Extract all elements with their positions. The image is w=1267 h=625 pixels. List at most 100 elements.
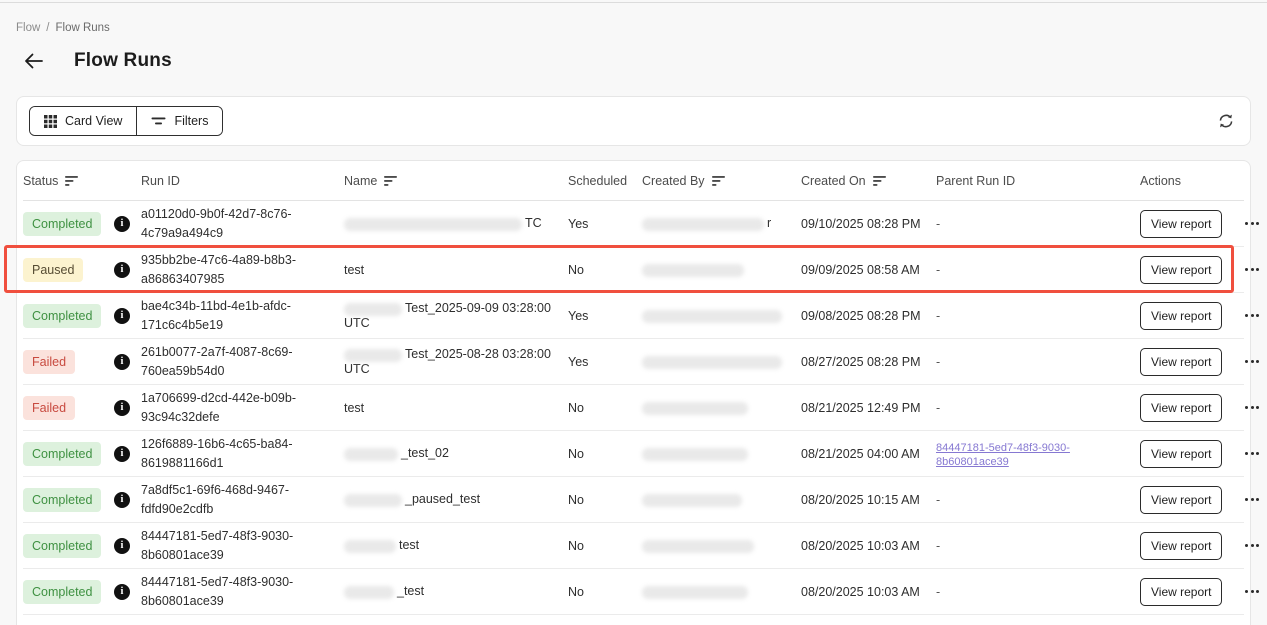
header-label: Name	[344, 174, 377, 188]
view-report-button[interactable]: View report	[1140, 532, 1222, 560]
back-button[interactable]	[20, 48, 46, 74]
info-icon[interactable]: i	[114, 492, 130, 508]
run-name: _test	[344, 584, 568, 598]
view-report-button[interactable]: View report	[1140, 394, 1222, 422]
info-icon[interactable]: i	[114, 538, 130, 554]
filters-label: Filters	[174, 114, 208, 128]
run-name: test	[344, 401, 568, 415]
created-on: 08/20/2025 10:15 AM	[801, 493, 936, 507]
breadcrumb-flow[interactable]: Flow	[16, 22, 40, 34]
column-header-created-on[interactable]: Created On	[801, 174, 936, 188]
table-row: Completedia01120d0-9b0f-42d7-8c76-4c79a9…	[23, 201, 1244, 247]
redacted-text	[642, 310, 782, 323]
breadcrumb-flow-runs: Flow Runs	[55, 22, 109, 34]
card-view-label: Card View	[65, 114, 122, 128]
sort-icon[interactable]	[873, 175, 887, 187]
more-actions-button[interactable]	[1243, 402, 1261, 413]
more-actions-button[interactable]	[1243, 448, 1261, 459]
view-report-button[interactable]: View report	[1140, 302, 1222, 330]
redacted-text	[344, 303, 402, 316]
run-name-text: _test	[397, 584, 424, 598]
info-icon[interactable]: i	[114, 584, 130, 600]
table-body: Completedia01120d0-9b0f-42d7-8c76-4c79a9…	[23, 201, 1244, 615]
column-header-status[interactable]: Status	[23, 174, 114, 188]
info-cell: i	[114, 400, 141, 416]
redacted-text	[642, 494, 742, 507]
refresh-button[interactable]	[1216, 111, 1236, 131]
flow-runs-table: Status Run ID Name Scheduled Created By …	[16, 160, 1251, 625]
view-report-button[interactable]: View report	[1140, 486, 1222, 514]
header-label: Created By	[642, 174, 705, 188]
view-report-button[interactable]: View report	[1140, 348, 1222, 376]
redacted-text	[642, 264, 744, 277]
info-cell: i	[114, 308, 141, 324]
sort-icon[interactable]	[65, 175, 79, 187]
info-icon[interactable]: i	[114, 446, 130, 462]
column-header-parent-run-id: Parent Run ID	[936, 174, 1140, 188]
status-badge: Completed	[23, 534, 101, 558]
table-row: Completedi126f6889-16b6-4c65-ba84-861988…	[23, 431, 1244, 477]
more-actions-button[interactable]	[1243, 310, 1261, 321]
run-name-text: test	[344, 263, 364, 277]
redacted-text	[344, 494, 402, 507]
header-label: Scheduled	[568, 174, 627, 188]
status-cell: Paused	[23, 258, 114, 282]
actions-cell: View report	[1140, 256, 1261, 284]
parent-run-id: -	[936, 263, 1140, 277]
sort-icon[interactable]	[712, 175, 726, 187]
info-icon[interactable]: i	[114, 400, 130, 416]
status-cell: Completed	[23, 442, 114, 466]
run-id: 935bb2be-47c6-4a89-b8b3-a86863407985	[141, 251, 344, 287]
run-id: 261b0077-2a7f-4087-8c69-760ea59b54d0	[141, 343, 344, 379]
redacted-text	[642, 540, 754, 553]
actions-cell: View report	[1140, 532, 1261, 560]
scheduled-value: Yes	[568, 355, 642, 369]
toolbar: Card View Filters	[16, 96, 1251, 146]
scheduled-value: Yes	[568, 309, 642, 323]
view-report-button[interactable]: View report	[1140, 256, 1222, 284]
status-badge: Completed	[23, 442, 101, 466]
column-header-created-by[interactable]: Created By	[642, 174, 801, 188]
view-report-button[interactable]: View report	[1140, 440, 1222, 468]
run-name-text: _paused_test	[405, 492, 480, 506]
status-badge: Completed	[23, 212, 101, 236]
more-actions-button[interactable]	[1243, 586, 1261, 597]
info-icon[interactable]: i	[114, 354, 130, 370]
scheduled-value: No	[568, 539, 642, 553]
status-badge: Completed	[23, 488, 101, 512]
filters-button[interactable]: Filters	[136, 107, 222, 135]
header-label: Actions	[1140, 174, 1181, 188]
top-divider	[0, 2, 1267, 3]
scheduled-value: No	[568, 447, 642, 461]
run-name: test	[344, 263, 568, 277]
sort-icon[interactable]	[384, 175, 398, 187]
column-header-name[interactable]: Name	[344, 174, 568, 188]
card-view-button[interactable]: Card View	[30, 107, 136, 135]
more-actions-button[interactable]	[1243, 218, 1261, 229]
breadcrumb: Flow / Flow Runs	[16, 22, 110, 34]
run-id: 7a8df5c1-69f6-468d-9467-fdfd90e2cdfb	[141, 481, 344, 517]
redacted-text	[344, 586, 394, 599]
redacted-text	[642, 356, 782, 369]
status-badge: Failed	[23, 350, 75, 374]
status-cell: Completed	[23, 580, 114, 604]
more-actions-button[interactable]	[1243, 356, 1261, 367]
created-by-text: r	[767, 216, 771, 230]
view-report-button[interactable]: View report	[1140, 210, 1222, 238]
header-label: Run ID	[141, 174, 180, 188]
more-actions-button[interactable]	[1243, 540, 1261, 551]
parent-run-id-link[interactable]: 84447181-5ed7-48f3-9030-8b60801ace39	[936, 442, 1070, 468]
parent-run-id: -	[936, 309, 1140, 323]
info-icon[interactable]: i	[114, 308, 130, 324]
created-by: r	[642, 216, 801, 230]
more-actions-button[interactable]	[1243, 264, 1261, 275]
info-icon[interactable]: i	[114, 216, 130, 232]
redacted-text	[344, 540, 396, 553]
run-id: 84447181-5ed7-48f3-9030-8b60801ace39	[141, 527, 344, 563]
view-report-button[interactable]: View report	[1140, 578, 1222, 606]
more-actions-button[interactable]	[1243, 494, 1261, 505]
parent-run-id: -	[936, 493, 1140, 507]
page-title: Flow Runs	[74, 50, 172, 72]
actions-cell: View report	[1140, 302, 1261, 330]
info-icon[interactable]: i	[114, 262, 130, 278]
